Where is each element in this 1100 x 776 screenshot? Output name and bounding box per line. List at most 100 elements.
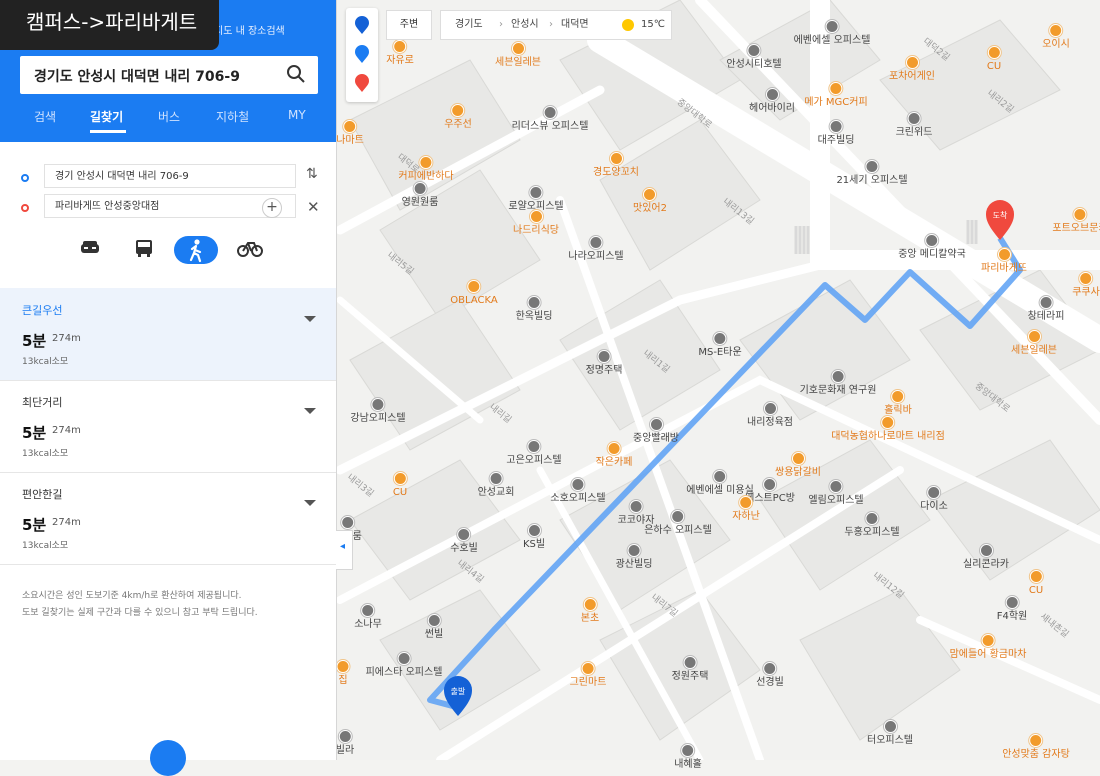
place-label[interactable]: CU — [1029, 570, 1043, 597]
place-label[interactable]: 홀릭바 — [884, 390, 912, 417]
place-label[interactable]: 자하난 — [732, 496, 760, 523]
place-label[interactable]: 썬빌 — [425, 614, 443, 641]
place-label[interactable]: 수호빌 — [450, 528, 478, 555]
chevron-down-icon[interactable] — [304, 408, 316, 414]
place-label[interactable]: 크린위드 — [896, 112, 932, 139]
place-label[interactable]: 자유로 — [386, 40, 414, 67]
place-label[interactable]: 선경빌 — [756, 662, 784, 689]
place-label[interactable]: 정원주택 — [672, 656, 708, 683]
collapse-sidebar-button[interactable]: ◂ — [336, 530, 353, 570]
place-label[interactable]: 맘에들어 황금마차 — [950, 634, 1026, 661]
place-label[interactable]: 터오피스텔 — [867, 720, 913, 747]
tab-my[interactable]: MY — [288, 108, 306, 122]
place-label[interactable]: 경도양꼬치 — [593, 152, 639, 179]
breadcrumb-town[interactable]: 대덕면 — [561, 11, 589, 39]
chevron-down-icon[interactable] — [304, 500, 316, 506]
search-input[interactable]: 경기도 안성시 대덕면 내리 706-9 — [20, 56, 318, 94]
place-label[interactable]: 강남오피스텔 — [350, 398, 406, 425]
place-label[interactable]: 쌍용닭갈비 — [775, 452, 821, 479]
place-label[interactable]: 빌라 — [336, 730, 354, 757]
place-label[interactable]: 내혜홀 — [674, 744, 702, 771]
place-label[interactable]: 메가 MGC커피 — [804, 82, 868, 109]
place-label[interactable]: CU — [393, 472, 407, 499]
place-label[interactable]: 본초 — [581, 598, 599, 625]
place-label[interactable]: 고은오피스텔 — [506, 440, 562, 467]
map-search-label[interactable]: 지도 내 장소검색 — [214, 22, 285, 37]
route-option[interactable]: 편안한길 5분 274m 13kcal소모 — [0, 472, 336, 565]
place-label[interactable]: CU — [987, 46, 1001, 73]
place-label[interactable]: 집 — [336, 660, 350, 687]
bike-icon[interactable] — [236, 238, 266, 262]
route-option[interactable]: 큰길우선 5분 274m 13kcal소모 — [0, 288, 336, 381]
place-label[interactable]: 광산빌딩 — [616, 544, 652, 571]
place-label[interactable]: 소나무 — [354, 604, 382, 631]
breadcrumb-city[interactable]: 안성시 — [511, 11, 539, 39]
tab-bus[interactable]: 버스 — [158, 108, 180, 125]
place-label[interactable]: 영원원룸 — [402, 182, 438, 209]
place-label[interactable]: 나라오피스텔 — [568, 236, 624, 263]
place-label[interactable]: 쿠쿠사 — [1072, 272, 1100, 299]
place-label[interactable]: 우주선 — [444, 104, 472, 131]
place-label[interactable]: F4학원 — [997, 596, 1027, 623]
place-label[interactable]: 21세기 오피스텔 — [836, 160, 908, 187]
place-label[interactable]: 세븐일레븐 — [1011, 330, 1057, 357]
place-label[interactable]: 파리바게뜨 — [981, 248, 1027, 275]
place-label[interactable]: 안성맞춤 감자탕 — [1002, 734, 1070, 761]
tab-subway[interactable]: 지하철 — [216, 108, 249, 125]
place-label[interactable]: 정명주택 — [586, 350, 622, 377]
nearby-button[interactable]: 주변 — [386, 10, 432, 40]
place-label[interactable]: 로얄오피스텔 — [508, 186, 564, 213]
place-label[interactable]: 에벤에셀 오피스텔 — [794, 20, 870, 47]
breadcrumb-province[interactable]: 경기도 — [455, 11, 483, 39]
search-input-value[interactable]: 경기도 안성시 대덕면 내리 706-9 — [34, 66, 240, 86]
place-label[interactable]: 헤어바이리 — [749, 88, 795, 115]
place-label[interactable]: 그린마트 — [570, 662, 606, 689]
waypoint-pin-icon[interactable] — [355, 45, 369, 63]
place-label[interactable]: 대덕농협하나로마트 내리점 — [831, 416, 945, 443]
place-label[interactable]: 작은카페 — [596, 442, 632, 469]
place-label[interactable]: 오이시 — [1042, 24, 1070, 51]
place-label[interactable]: 나드리식당 — [513, 210, 559, 237]
place-label[interactable]: 대주빌딩 — [818, 120, 854, 147]
place-label[interactable]: 중앙빨래방 — [633, 418, 679, 445]
bus-icon[interactable] — [132, 238, 162, 262]
car-icon[interactable] — [78, 238, 108, 262]
search-icon[interactable] — [286, 64, 306, 84]
place-label[interactable]: OBLACKA — [450, 280, 498, 307]
place-label[interactable]: 한옥빌딩 — [516, 296, 552, 323]
place-label[interactable]: 은하수 오피스텔 — [644, 510, 712, 537]
tab-directions[interactable]: 길찾기 — [90, 108, 123, 125]
walk-icon[interactable] — [174, 236, 218, 264]
region-breadcrumb[interactable]: 경기도 › 안성시 › 대덕면 15℃ — [440, 10, 672, 40]
destination-input[interactable]: 파리바게뜨 안성중앙대점 — [44, 194, 296, 218]
origin-input[interactable]: 경기 안성시 대덕면 내리 706-9 — [44, 164, 296, 188]
destination-pin-icon[interactable] — [355, 74, 369, 92]
place-label[interactable]: 피에스타 오피스텔 — [366, 652, 442, 679]
place-label[interactable]: 리더스뷰 오피스텔 — [512, 106, 588, 133]
place-label[interactable]: 중앙 메디칼약국 — [898, 234, 966, 261]
place-label[interactable]: 포트오브문카 — [1052, 208, 1100, 235]
place-label[interactable]: 소호오피스텔 — [550, 478, 606, 505]
place-label[interactable]: 두홍오피스텔 — [844, 512, 900, 539]
place-label[interactable]: 엘림오피스텔 — [808, 480, 864, 507]
place-label[interactable]: 포차어게인 — [889, 56, 935, 83]
feedback-button[interactable] — [150, 740, 186, 776]
close-icon[interactable]: ✕ — [307, 198, 320, 216]
place-label[interactable]: 맛있어2 — [633, 188, 667, 215]
place-label[interactable]: 나마트 — [336, 120, 364, 147]
place-label[interactable]: 에벤에셀 미용실 — [686, 470, 754, 497]
route-option[interactable]: 최단거리 5분 274m 13kcal소모 — [0, 380, 336, 473]
place-label[interactable]: 내리정육점 — [747, 402, 793, 429]
place-label[interactable]: 다이소 — [920, 486, 948, 513]
place-label[interactable]: 세븐일레븐 — [495, 42, 541, 69]
chevron-down-icon[interactable] — [304, 316, 316, 322]
tab-search[interactable]: 검색 — [34, 108, 56, 125]
place-label[interactable]: 안성교회 — [478, 472, 514, 499]
origin-pin-icon[interactable] — [355, 16, 369, 34]
place-label[interactable]: 안성시티호텔 — [726, 44, 782, 71]
add-waypoint-icon[interactable]: + — [262, 198, 282, 218]
place-label[interactable]: 창테라피 — [1028, 296, 1064, 323]
place-label[interactable]: 실리콘라카 — [963, 544, 1009, 571]
place-label[interactable]: KS빌 — [523, 524, 545, 551]
swap-icon[interactable]: ⇅ — [306, 166, 318, 182]
